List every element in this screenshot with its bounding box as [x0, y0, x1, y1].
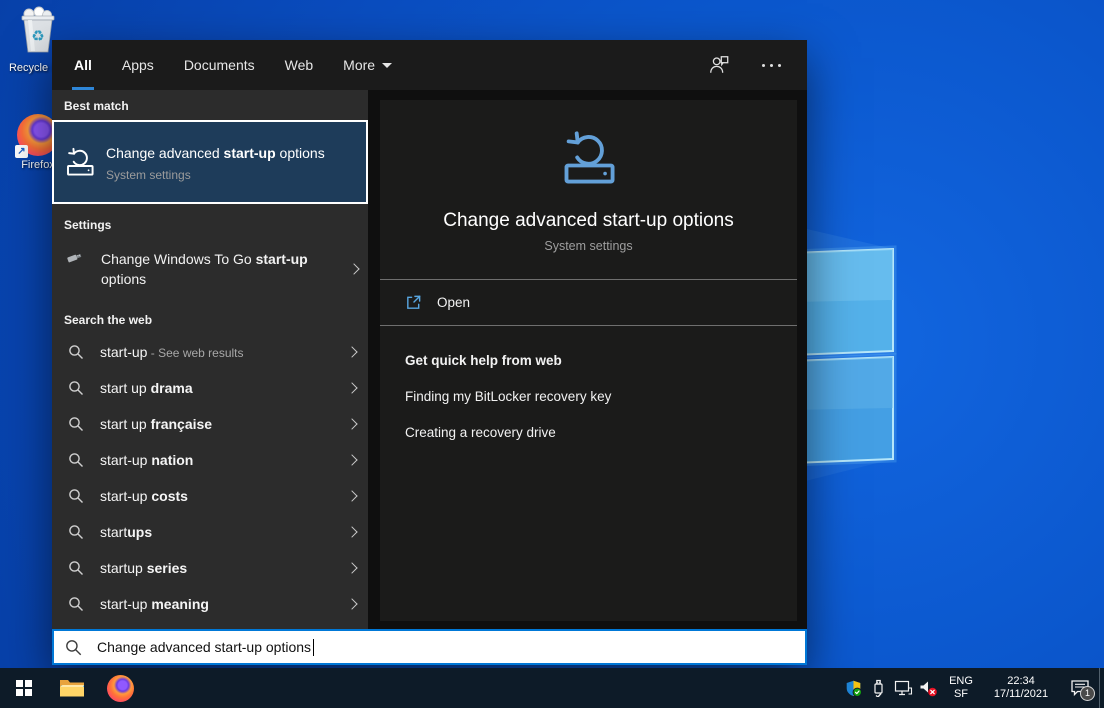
start-button[interactable]	[0, 668, 48, 708]
expand-chevron-icon[interactable]	[348, 451, 356, 469]
tab-all[interactable]: All	[72, 40, 94, 90]
expand-chevron-icon[interactable]	[348, 487, 356, 505]
search-input[interactable]: Change advanced start-up options	[52, 629, 807, 665]
help-link-bitlocker[interactable]: Finding my BitLocker recovery key	[405, 389, 797, 404]
network-icon[interactable]	[891, 668, 916, 708]
firefox-icon	[107, 675, 134, 702]
expand-chevron-icon[interactable]	[348, 379, 356, 397]
web-suggestion-row[interactable]: start-up nation	[52, 442, 368, 478]
search-icon	[68, 452, 84, 468]
search-icon	[68, 416, 84, 432]
system-tray: ENG SF 22:34 17/11/2021 1	[841, 668, 1104, 708]
best-match-result[interactable]: Change advanced start-up options System …	[52, 120, 368, 204]
preview-pane: Change advanced start-up options System …	[380, 100, 797, 621]
web-suggestion-row[interactable]: start up drama	[52, 370, 368, 406]
text-cursor	[313, 639, 314, 656]
search-icon	[68, 380, 84, 396]
shortcut-arrow-icon: ↗	[15, 145, 28, 158]
screen: ♻ Recycle Bin ↗ Firefox All Apps Documen…	[0, 0, 1104, 708]
taskbar-clock[interactable]: 22:34 17/11/2021	[981, 675, 1061, 701]
best-match-subtitle: System settings	[106, 168, 346, 182]
divider	[380, 325, 797, 326]
expand-chevron-icon[interactable]	[348, 595, 356, 613]
tab-documents[interactable]: Documents	[182, 40, 257, 90]
advanced-startup-icon	[64, 146, 96, 178]
section-best-match: Best match	[64, 99, 368, 113]
web-suggestion-row[interactable]: start-up costs	[52, 478, 368, 514]
advanced-startup-hero-icon	[559, 128, 619, 188]
tab-web[interactable]: Web	[283, 40, 316, 90]
open-action[interactable]: Open	[380, 280, 797, 325]
results-column: Best match Change advanced start-up opti…	[52, 90, 368, 629]
show-desktop-button[interactable]	[1099, 668, 1104, 708]
clock-date: 17/11/2021	[981, 688, 1061, 701]
account-icon[interactable]	[708, 54, 730, 76]
windows-logo-icon	[16, 680, 33, 697]
volume-muted-icon[interactable]	[916, 668, 941, 708]
language-code: ENG	[943, 675, 979, 688]
clock-time: 22:34	[981, 675, 1061, 688]
taskbar-file-explorer[interactable]	[48, 668, 96, 708]
notification-badge: 1	[1080, 686, 1095, 701]
search-icon	[68, 560, 84, 576]
expand-chevron-icon[interactable]	[348, 343, 356, 361]
tab-apps[interactable]: Apps	[120, 40, 156, 90]
keyboard-layout: SF	[943, 688, 979, 701]
expand-chevron-icon[interactable]	[348, 523, 356, 541]
search-header: All Apps Documents Web More	[52, 40, 807, 90]
search-icon	[65, 639, 82, 656]
best-match-title: Change advanced start-up options	[106, 143, 346, 163]
taskbar-firefox[interactable]	[96, 668, 144, 708]
expand-chevron-icon[interactable]	[348, 415, 356, 433]
quick-help-heading: Get quick help from web	[405, 353, 797, 368]
taskbar: ENG SF 22:34 17/11/2021 1	[0, 668, 1104, 708]
expand-chevron-icon[interactable]	[350, 260, 358, 278]
preview-title: Change advanced start-up options	[380, 210, 797, 232]
safely-remove-hardware-icon[interactable]	[866, 668, 891, 708]
file-explorer-icon	[59, 677, 85, 699]
help-link-recovery-drive[interactable]: Creating a recovery drive	[405, 425, 797, 440]
web-suggestion-row[interactable]: startup series	[52, 550, 368, 586]
section-settings: Settings	[64, 218, 368, 232]
web-suggestion-row[interactable]: start-up meaning	[52, 586, 368, 622]
open-label: Open	[437, 295, 470, 310]
language-indicator[interactable]: ENG SF	[941, 675, 981, 701]
ellipsis-menu-icon[interactable]	[762, 64, 781, 67]
web-suggestion-row[interactable]: start up française	[52, 406, 368, 442]
section-search-the-web: Search the web	[64, 313, 368, 327]
search-flyout-window: All Apps Documents Web More	[52, 40, 807, 665]
usb-drive-icon	[66, 249, 83, 266]
settings-result-title: Change Windows To Go start-up options	[101, 249, 326, 289]
search-icon	[68, 524, 84, 540]
action-center-button[interactable]: 1	[1061, 668, 1099, 708]
settings-result[interactable]: Change Windows To Go start-up options	[52, 239, 368, 301]
tab-all-label: All	[74, 57, 92, 73]
search-input-value: Change advanced start-up options	[97, 639, 311, 655]
search-icon	[68, 488, 84, 504]
web-suggestion-row[interactable]: start-up - See web results	[52, 334, 368, 370]
search-icon	[68, 344, 84, 360]
windows-security-icon[interactable]	[841, 668, 866, 708]
search-icon	[68, 596, 84, 612]
preview-subtitle: System settings	[380, 239, 797, 253]
svg-text:♻: ♻	[31, 28, 44, 45]
tab-more[interactable]: More	[341, 40, 394, 90]
chevron-down-icon	[382, 63, 392, 68]
expand-chevron-icon[interactable]	[348, 559, 356, 577]
web-suggestion-row[interactable]: startups	[52, 514, 368, 550]
open-external-icon	[405, 294, 422, 311]
